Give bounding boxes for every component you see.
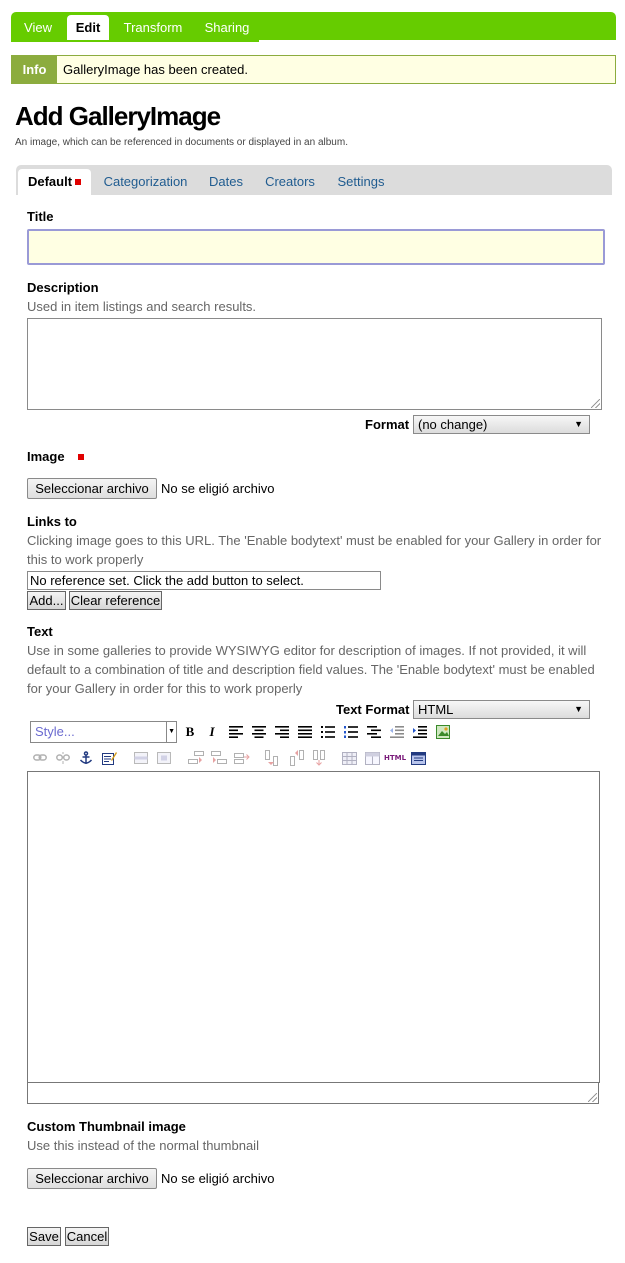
numbered-list-icon[interactable] bbox=[341, 722, 361, 742]
description-label: Description bbox=[27, 280, 99, 295]
title-input[interactable] bbox=[27, 229, 605, 265]
resize-grip-icon[interactable] bbox=[591, 399, 600, 408]
image-file-button[interactable]: Seleccionar archivo bbox=[27, 478, 157, 499]
add-reference-button[interactable]: Add... bbox=[27, 591, 66, 610]
dropdown-arrow-icon: ▼ bbox=[574, 419, 583, 429]
thumbnail-help: Use this instead of the normal thumbnail bbox=[27, 1138, 259, 1153]
delete-row-icon[interactable] bbox=[232, 748, 252, 768]
insert-table-icon[interactable] bbox=[339, 748, 359, 768]
clear-reference-button[interactable]: Clear reference bbox=[69, 591, 162, 610]
tab-view[interactable]: View bbox=[11, 15, 65, 40]
text-format-value: HTML bbox=[418, 702, 454, 717]
align-center-icon[interactable] bbox=[249, 722, 269, 742]
wysiwyg-editor[interactable] bbox=[27, 771, 600, 1083]
insert-column-before-icon[interactable] bbox=[263, 748, 283, 768]
thumbnail-label: Custom Thumbnail image bbox=[27, 1119, 186, 1134]
tab-transform[interactable]: Transform bbox=[112, 15, 194, 40]
links-to-help: Clicking image goes to this URL. The 'En… bbox=[27, 533, 602, 567]
style-placeholder: Style... bbox=[35, 724, 75, 739]
title-label: Title bbox=[27, 209, 54, 224]
editor-statusbar bbox=[27, 1082, 599, 1104]
image-file-status: No se eligió archivo bbox=[161, 481, 275, 496]
cancel-button[interactable]: Cancel bbox=[65, 1227, 109, 1246]
page-description: An image, which can be referenced in doc… bbox=[15, 137, 348, 148]
tab-underline bbox=[11, 40, 259, 42]
insert-column-after-icon[interactable] bbox=[286, 748, 306, 768]
html-source-icon[interactable]: HTML bbox=[384, 748, 406, 768]
tab-sharing[interactable]: Sharing bbox=[196, 15, 258, 40]
insert-image-icon[interactable] bbox=[433, 722, 453, 742]
italic-icon[interactable]: I bbox=[202, 722, 222, 742]
thumbnail-file-button[interactable]: Seleccionar archivo bbox=[27, 1168, 157, 1189]
definition-list-icon[interactable] bbox=[364, 722, 384, 742]
required-icon bbox=[75, 179, 82, 185]
align-right-icon[interactable] bbox=[272, 722, 292, 742]
table-properties-icon[interactable] bbox=[362, 748, 382, 768]
fullscreen-icon[interactable] bbox=[408, 748, 428, 768]
align-justify-icon[interactable] bbox=[295, 722, 315, 742]
info-label: Info bbox=[12, 56, 57, 83]
edit-attributes-icon[interactable] bbox=[99, 748, 119, 768]
tab-dates[interactable]: Dates bbox=[204, 169, 248, 195]
form-tabs: Default Categorization Dates Creators Se… bbox=[16, 165, 612, 195]
insert-row-after-icon[interactable] bbox=[209, 748, 229, 768]
delete-column-icon[interactable] bbox=[309, 748, 329, 768]
tab-edit[interactable]: Edit bbox=[67, 15, 109, 40]
text-help: Use in some galleries to provide WYSIWYG… bbox=[27, 643, 595, 696]
description-format-select[interactable]: (no change) ▼ bbox=[413, 415, 590, 434]
insert-row-before-icon[interactable] bbox=[186, 748, 206, 768]
tab-settings[interactable]: Settings bbox=[332, 169, 390, 195]
table-cell-icon[interactable] bbox=[154, 748, 174, 768]
reference-field[interactable]: No reference set. Click the add button t… bbox=[27, 571, 381, 590]
tab-creators[interactable]: Creators bbox=[260, 169, 320, 195]
style-select[interactable]: Style... ▼ bbox=[30, 721, 177, 743]
links-to-label: Links to bbox=[27, 514, 77, 529]
align-left-icon[interactable] bbox=[226, 722, 246, 742]
info-message: Info GalleryImage has been created. bbox=[11, 55, 616, 84]
text-label: Text bbox=[27, 624, 53, 639]
tab-default[interactable]: Default bbox=[18, 169, 91, 195]
required-icon bbox=[78, 454, 85, 460]
anchor-icon[interactable] bbox=[76, 748, 96, 768]
page-title: Add GalleryImage bbox=[15, 101, 221, 131]
info-text: GalleryImage has been created. bbox=[63, 62, 248, 77]
tab-default-label: Default bbox=[27, 174, 73, 189]
tab-categorization[interactable]: Categorization bbox=[98, 169, 193, 195]
indent-icon[interactable] bbox=[410, 722, 430, 742]
outdent-icon[interactable] bbox=[387, 722, 407, 742]
format-label: Format bbox=[365, 417, 410, 432]
link-icon[interactable] bbox=[30, 748, 50, 768]
bullet-list-icon[interactable] bbox=[318, 722, 338, 742]
text-format-select[interactable]: HTML ▼ bbox=[413, 700, 590, 719]
content-views-bar: View Edit Transform Sharing bbox=[11, 12, 616, 40]
unlink-icon[interactable] bbox=[53, 748, 73, 768]
image-label: Image bbox=[27, 449, 85, 464]
thumbnail-file-status: No se eligió archivo bbox=[161, 1171, 275, 1186]
bold-icon[interactable]: B bbox=[180, 722, 200, 742]
dropdown-arrow-icon: ▼ bbox=[168, 728, 175, 735]
description-textarea[interactable] bbox=[27, 318, 602, 410]
table-row-icon[interactable] bbox=[131, 748, 151, 768]
save-button[interactable]: Save bbox=[27, 1227, 61, 1246]
text-format-label: Text Format bbox=[336, 702, 410, 717]
description-help: Used in item listings and search results… bbox=[27, 299, 257, 314]
resize-grip-icon[interactable] bbox=[588, 1093, 597, 1102]
image-label-text: Image bbox=[27, 449, 65, 464]
description-format-value: (no change) bbox=[418, 417, 488, 432]
dropdown-arrow-icon: ▼ bbox=[574, 704, 583, 714]
